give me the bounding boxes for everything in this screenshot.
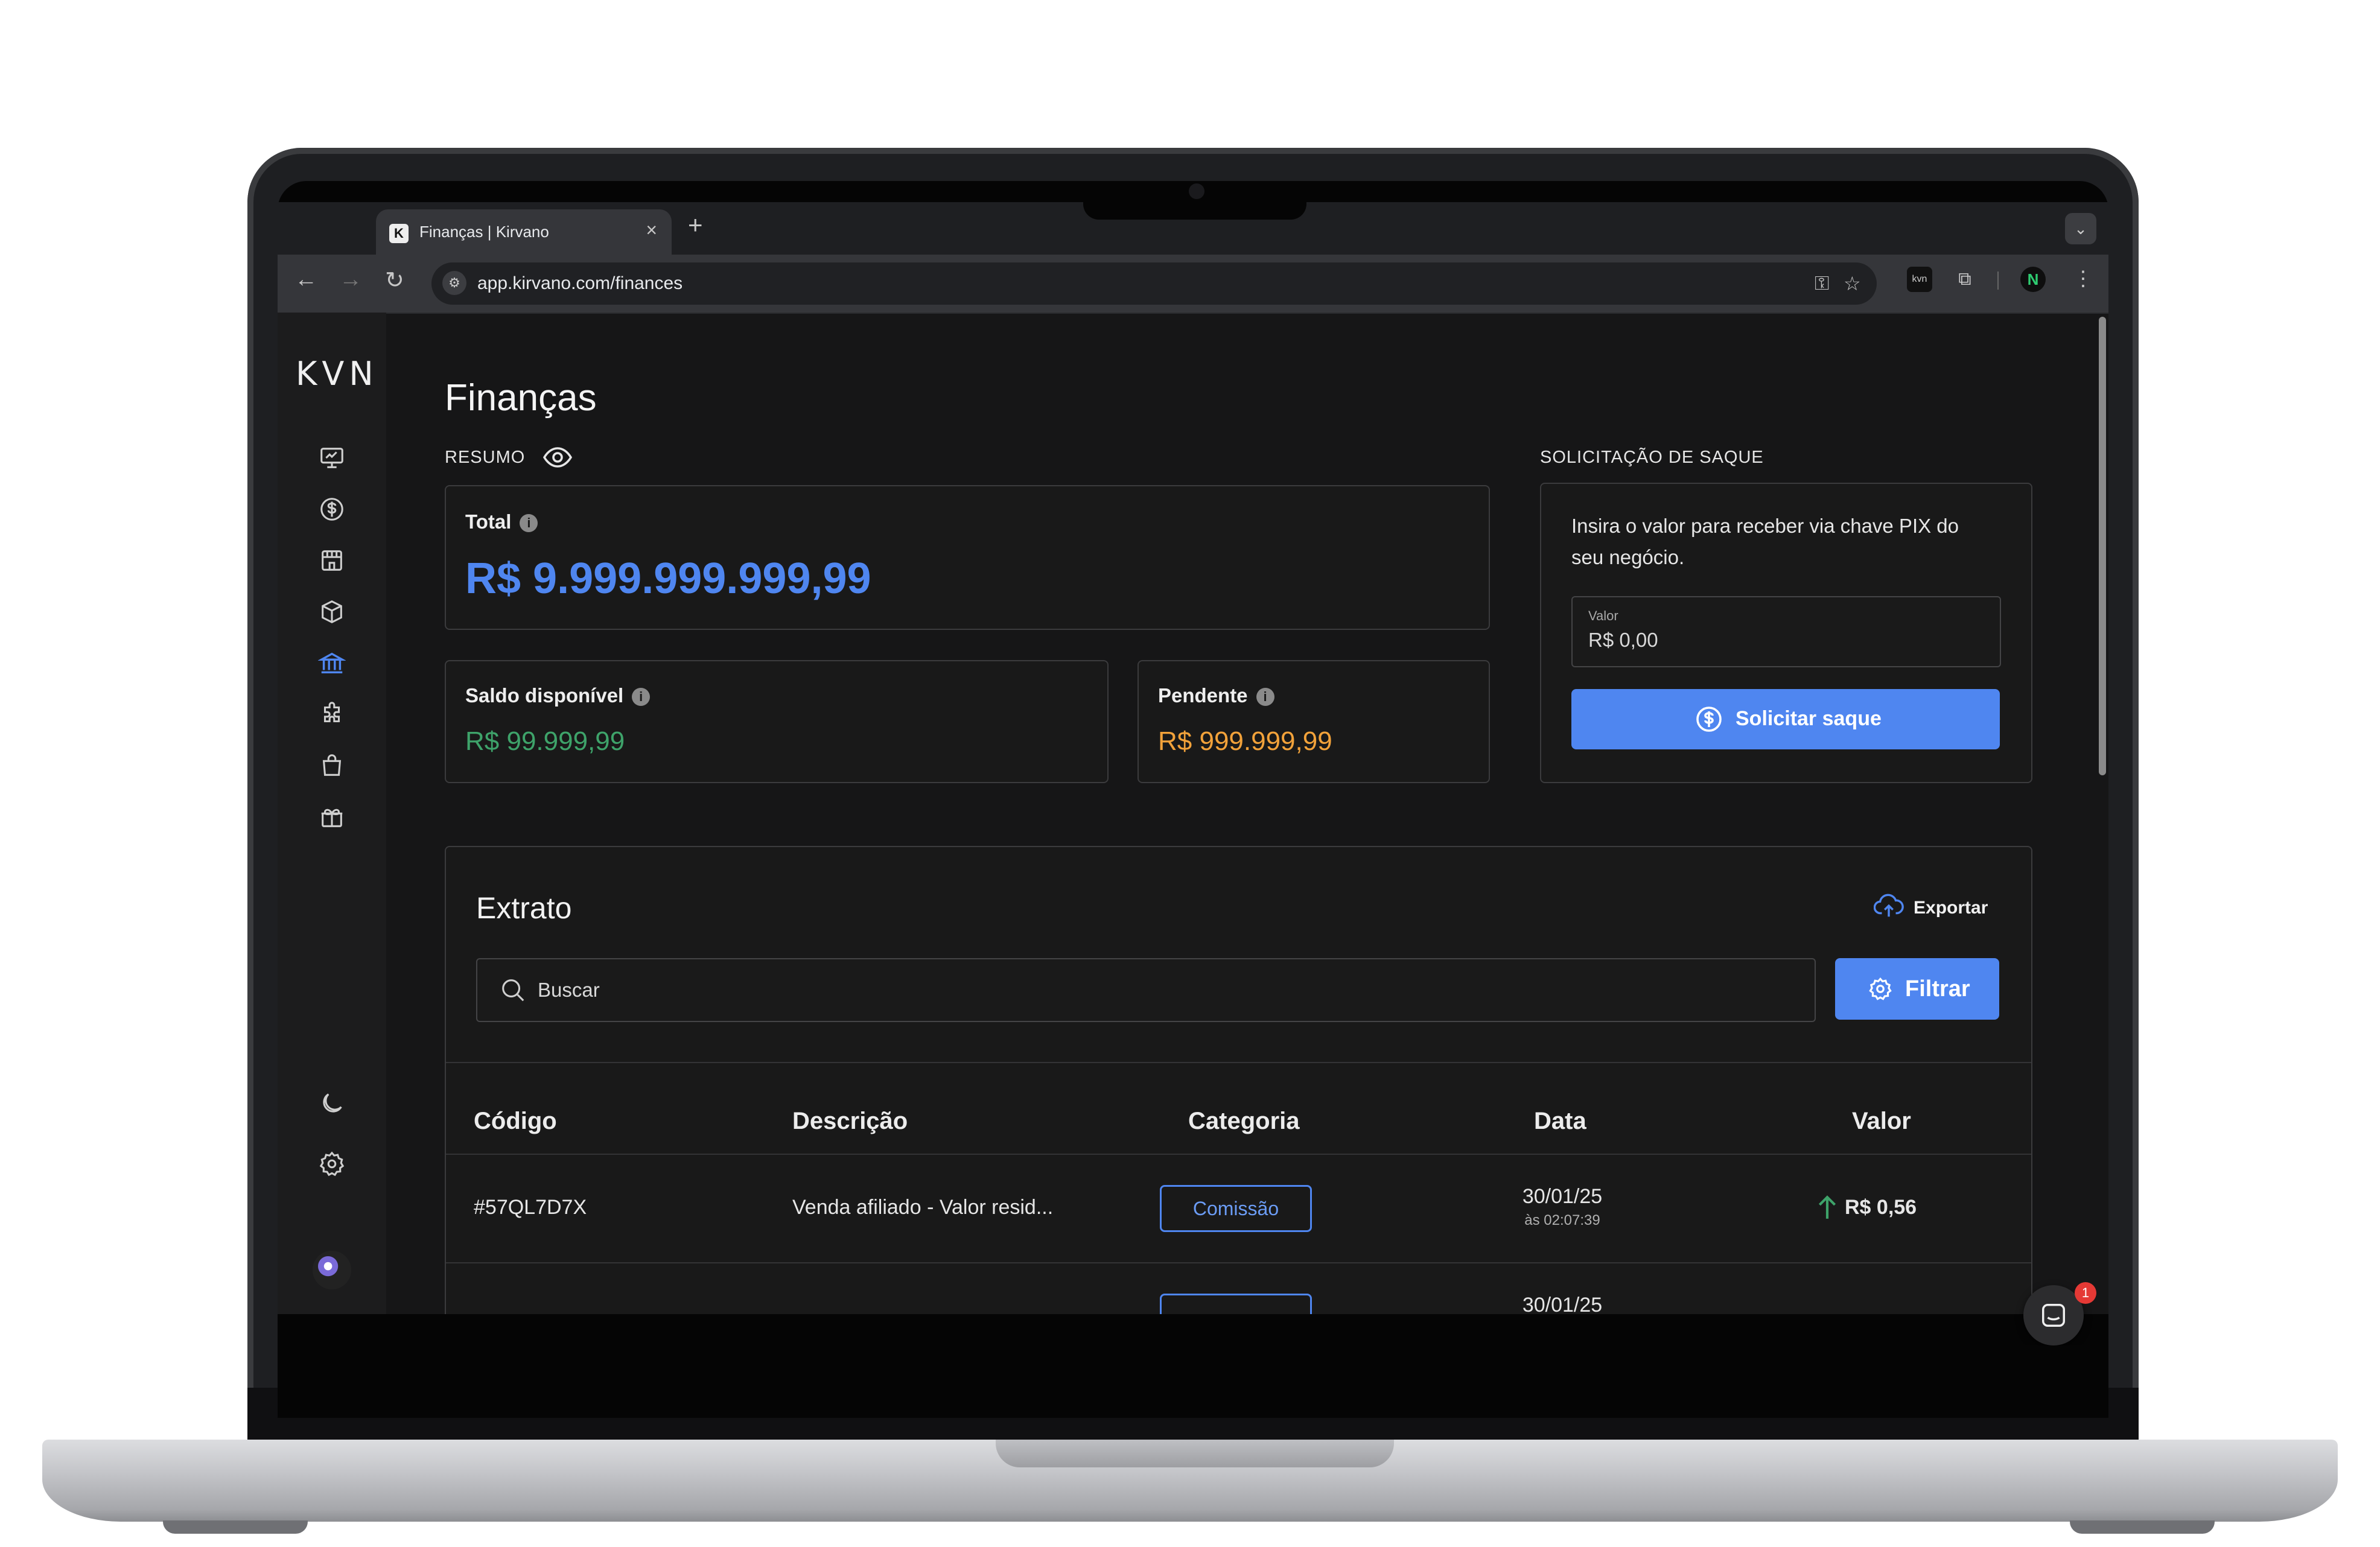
pendente-label-text: Pendente bbox=[1158, 684, 1248, 707]
back-arrow-icon[interactable]: ← bbox=[294, 267, 317, 293]
row-codigo: #57QL7D7X bbox=[474, 1196, 587, 1219]
saldo-value: R$ 99.999,99 bbox=[465, 726, 625, 756]
bag-icon[interactable] bbox=[314, 752, 350, 788]
row-date: 30/01/25 bbox=[1522, 1185, 1603, 1208]
row-valor: R$ 0,56 bbox=[1845, 1196, 1917, 1219]
total-label-text: Total bbox=[465, 510, 512, 533]
screen-bottom-edge bbox=[278, 1314, 2108, 1345]
valor-value: R$ 0,00 bbox=[1588, 629, 1658, 651]
close-tab-icon[interactable]: × bbox=[646, 219, 657, 241]
solicitar-saque-label: Solicitar saque bbox=[1736, 707, 1882, 730]
browser-tab[interactable]: K Finanças | Kirvano × bbox=[376, 209, 672, 255]
arrow-up-icon bbox=[1817, 1195, 1838, 1223]
filtrar-button[interactable]: Filtrar bbox=[1835, 958, 1999, 1020]
saque-description-line-2: seu negócio. bbox=[1571, 546, 1685, 568]
search-placeholder: Buscar bbox=[538, 979, 600, 1001]
browser-toolbar: ← → ↻ ⚙ app.kirvano.com/finances ⚿ ☆ kvn… bbox=[278, 255, 2108, 314]
row-data: 30/01/25 às 02:07:39 bbox=[1514, 1185, 1611, 1229]
tab-search-chevron-icon[interactable]: ⌄ bbox=[2065, 213, 2096, 244]
browser-menu-icon[interactable]: ⋮ bbox=[2073, 267, 2093, 291]
screen: K Finanças | Kirvano × + ⌄ ← → ↻ ⚙ app.k… bbox=[278, 202, 2108, 1345]
sidebar: KVN bbox=[278, 313, 386, 1345]
extension-kvn-icon[interactable]: kvn bbox=[1907, 267, 1932, 292]
page-scrollbar[interactable] bbox=[2099, 317, 2106, 775]
gear-icon bbox=[1868, 976, 1893, 1005]
cloud-upload-icon[interactable] bbox=[1873, 893, 1904, 923]
column-header-codigo: Código bbox=[474, 1108, 557, 1134]
puzzle-icon[interactable] bbox=[314, 700, 350, 737]
column-header-data: Data bbox=[1534, 1108, 1586, 1134]
saldo-label-text: Saldo disponível bbox=[465, 684, 624, 707]
saque-card: Insira o valor para receber via chave PI… bbox=[1540, 483, 2032, 783]
pendente-label: Pendente i bbox=[1158, 684, 1274, 707]
reload-icon[interactable]: ↻ bbox=[385, 267, 404, 294]
extrato-title: Extrato bbox=[476, 891, 572, 925]
info-icon[interactable]: i bbox=[520, 514, 538, 533]
extrato-card: Extrato Exportar Buscar Filtrar Código D bbox=[445, 846, 2032, 1345]
laptop-foot-left bbox=[163, 1520, 308, 1534]
dashboard-icon[interactable] bbox=[314, 444, 350, 480]
kvn-logo: KVN bbox=[296, 355, 378, 393]
site-settings-icon[interactable]: ⚙ bbox=[442, 271, 466, 295]
eye-icon[interactable] bbox=[542, 445, 573, 472]
new-tab-icon[interactable]: + bbox=[688, 211, 703, 240]
profile-avatar[interactable]: N bbox=[2020, 267, 2046, 292]
tab-title: Finanças | Kirvano bbox=[419, 223, 549, 241]
extensions-puzzle-icon[interactable]: ⧉ bbox=[1952, 267, 1978, 292]
bank-icon[interactable] bbox=[314, 649, 350, 685]
valor-label: Valor bbox=[1588, 608, 1618, 623]
total-card: Total i R$ 9.999.999.999,99 bbox=[445, 485, 1490, 630]
info-icon[interactable]: i bbox=[1256, 688, 1274, 707]
resumo-label: RESUMO bbox=[445, 448, 526, 467]
saque-description: Insira o valor para receber via chave PI… bbox=[1571, 510, 1959, 573]
search-input[interactable]: Buscar bbox=[476, 958, 1816, 1022]
laptop-foot-right bbox=[2070, 1520, 2215, 1534]
saque-description-line-1: Insira o valor para receber via chave PI… bbox=[1571, 515, 1959, 537]
exportar-button[interactable]: Exportar bbox=[1914, 898, 1988, 918]
key-icon[interactable]: ⚿ bbox=[1815, 272, 1829, 295]
tab-favicon-icon: K bbox=[389, 224, 409, 243]
gear-icon[interactable] bbox=[314, 1150, 350, 1186]
user-avatar[interactable] bbox=[313, 1251, 351, 1289]
address-bar[interactable]: ⚙ app.kirvano.com/finances ⚿ ☆ bbox=[431, 262, 1877, 305]
table-divider bbox=[446, 1062, 2031, 1063]
row-time: às 02:07:39 bbox=[1524, 1212, 1600, 1228]
camera-icon bbox=[1189, 183, 1204, 199]
solicitar-saque-button[interactable]: Solicitar saque bbox=[1571, 689, 2000, 749]
forward-arrow-icon[interactable]: → bbox=[339, 267, 362, 293]
page-title: Finanças bbox=[445, 377, 597, 419]
dollar-circle-icon bbox=[1694, 705, 1723, 737]
gift-icon[interactable] bbox=[314, 803, 350, 839]
main-content: Finanças RESUMO Total i R$ 9.999.999.999,… bbox=[278, 313, 2108, 1345]
filtrar-label: Filtrar bbox=[1905, 976, 1970, 1002]
valor-input[interactable]: Valor R$ 0,00 bbox=[1571, 596, 2001, 667]
search-icon bbox=[499, 976, 527, 1007]
pendente-card: Pendente i R$ 999.999,99 bbox=[1138, 660, 1490, 783]
total-label: Total i bbox=[465, 510, 538, 533]
laptop-opening-lip bbox=[996, 1440, 1394, 1467]
saque-label: SOLICITAÇÃO DE SAQUE bbox=[1540, 448, 1764, 467]
store-icon[interactable] bbox=[314, 547, 350, 583]
info-icon[interactable]: i bbox=[632, 688, 651, 707]
pendente-value: R$ 999.999,99 bbox=[1158, 726, 1332, 756]
moon-icon[interactable] bbox=[314, 1090, 350, 1126]
column-header-descricao: Descrição bbox=[792, 1108, 908, 1134]
table-row[interactable]: #57QL7D7X Venda afiliado - Valor resid..… bbox=[446, 1155, 2031, 1262]
notification-badge: 1 bbox=[2075, 1282, 2096, 1304]
column-header-categoria: Categoria bbox=[1188, 1108, 1300, 1134]
bookmark-star-icon[interactable]: ☆ bbox=[1844, 272, 1861, 295]
category-badge: Comissão bbox=[1160, 1185, 1312, 1232]
row-descricao: Venda afiliado - Valor resid... bbox=[792, 1196, 1054, 1219]
saldo-label: Saldo disponível i bbox=[465, 684, 651, 707]
toolbar-separator bbox=[1997, 272, 1999, 290]
column-header-valor: Valor bbox=[1852, 1108, 1911, 1134]
dollar-icon[interactable] bbox=[314, 495, 350, 532]
url-text: app.kirvano.com/finances bbox=[477, 273, 683, 293]
saldo-card: Saldo disponível i R$ 99.999,99 bbox=[445, 660, 1109, 783]
total-value: R$ 9.999.999.999,99 bbox=[465, 554, 871, 603]
box-icon[interactable] bbox=[314, 598, 350, 634]
